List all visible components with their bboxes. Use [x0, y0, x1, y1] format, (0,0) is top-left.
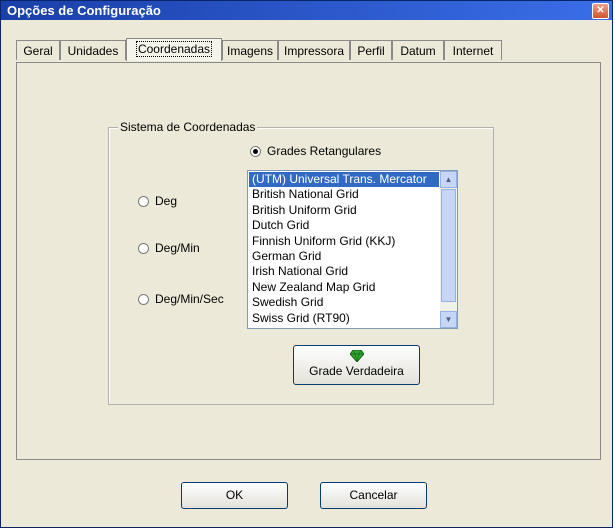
list-item[interactable]: Finnish Uniform Grid (KKJ): [249, 234, 439, 249]
list-item[interactable]: British National Grid: [249, 187, 439, 202]
radio-indicator: [138, 242, 149, 254]
green-gem-icon: [349, 350, 364, 362]
radio-deg-min[interactable]: Deg/Min: [138, 241, 200, 255]
scroll-up-arrow-icon[interactable]: ▲: [440, 171, 457, 188]
close-button[interactable]: ✕: [592, 3, 609, 19]
title-bar: Opções de Configuração ✕: [1, 1, 612, 20]
listbox-items: (UTM) Universal Trans. Mercator British …: [249, 172, 439, 326]
tab-geral[interactable]: Geral: [16, 40, 60, 60]
list-item[interactable]: Swedish Grid: [249, 295, 439, 310]
tab-imagens[interactable]: Imagens: [222, 40, 278, 60]
radio-deg-min-sec[interactable]: Deg/Min/Sec: [138, 292, 224, 306]
radio-label: Deg: [155, 194, 178, 208]
scrollbar-thumb[interactable]: [441, 189, 456, 302]
radio-label: Grades Retangulares: [267, 144, 382, 158]
tab-perfil[interactable]: Perfil: [350, 40, 392, 60]
window-title: Opções de Configuração: [7, 3, 161, 18]
cancel-button[interactable]: Cancelar: [320, 482, 427, 509]
tab-datum[interactable]: Datum: [392, 40, 444, 60]
tab-unidades[interactable]: Unidades: [60, 40, 126, 60]
radio-indicator: [138, 195, 149, 207]
group-title: Sistema de Coordenadas: [118, 120, 258, 134]
grid-system-listbox[interactable]: (UTM) Universal Trans. Mercator British …: [247, 170, 458, 329]
grade-verdadeira-button[interactable]: Grade Verdadeira: [293, 345, 420, 385]
radio-deg[interactable]: Deg: [138, 194, 177, 208]
list-item[interactable]: New Zealand Map Grid: [249, 280, 439, 295]
radio-selected-indicator: [250, 145, 261, 157]
options-dialog: Opções de Configuração ✕ Geral Unidades …: [0, 0, 613, 528]
tab-internet[interactable]: Internet: [444, 40, 502, 60]
button-label: Grade Verdadeira: [309, 364, 404, 378]
ok-button[interactable]: OK: [181, 482, 288, 509]
tab-impressora[interactable]: Impressora: [278, 40, 350, 60]
scroll-down-arrow-icon[interactable]: ▼: [440, 311, 457, 328]
list-item[interactable]: Dutch Grid: [249, 218, 439, 233]
listbox-scrollbar[interactable]: ▲ ▼: [440, 171, 457, 328]
radio-label: Deg/Min: [155, 241, 200, 255]
list-item[interactable]: Swiss Grid (RT90): [249, 311, 439, 326]
list-item[interactable]: German Grid: [249, 249, 439, 264]
list-item[interactable]: Irish National Grid: [249, 264, 439, 279]
radio-label: Deg/Min/Sec: [155, 292, 224, 306]
radio-indicator: [138, 293, 149, 305]
tab-coordenadas[interactable]: Coordenadas: [126, 38, 222, 61]
radio-grades-retangulares[interactable]: Grades Retangulares: [250, 144, 381, 158]
list-item[interactable]: (UTM) Universal Trans. Mercator: [249, 172, 439, 188]
list-item[interactable]: British Uniform Grid: [249, 203, 439, 218]
